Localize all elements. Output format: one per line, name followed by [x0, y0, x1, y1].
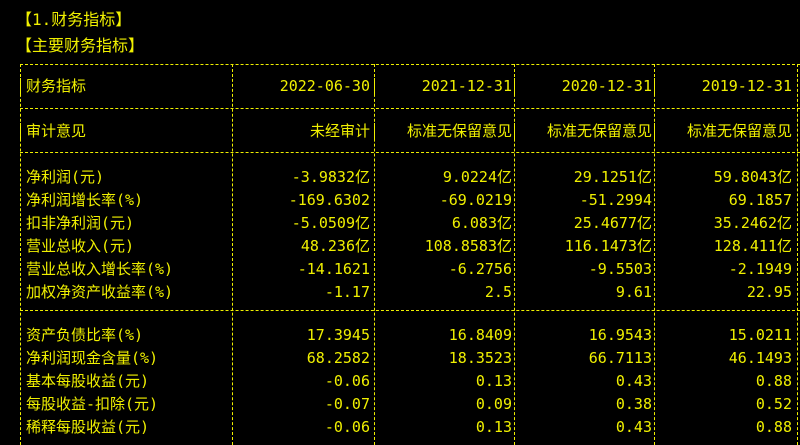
table-row: 每股收益-扣除(元) -0.07 0.09 0.38 0.52	[0, 393, 800, 415]
table-row: 营业总收入增长率(%) -14.1621 -6.2756 -9.5503 -2.…	[0, 258, 800, 280]
header-date: 2020-12-31	[561, 77, 652, 95]
row-value: 0.52	[755, 395, 792, 413]
row-value: -0.07	[324, 395, 370, 413]
row-value: 35.2462亿	[713, 214, 792, 232]
row-value: 0.43	[615, 418, 652, 436]
row-value: 0.13	[475, 372, 512, 390]
row-value: 68.2582	[306, 349, 370, 367]
table-row: 净利润现金含量(%) 68.2582 18.3523 66.7113 46.14…	[0, 347, 800, 369]
audit-row: 审计意见 未经审计 标准无保留意见 标准无保留意见 标准无保留意见	[0, 120, 800, 142]
row-value: 0.88	[755, 418, 792, 436]
row-label: 净利润现金含量(%)	[26, 349, 159, 367]
row-value: 0.43	[615, 372, 652, 390]
row-value: -2.1949	[728, 260, 792, 278]
table-row: 稀释每股收益(元) -0.06 0.13 0.43 0.88	[0, 416, 800, 438]
subsection-title: 【主要财务指标】	[16, 36, 145, 55]
audit-value: 未经审计	[309, 122, 370, 140]
row-label: 资产负债比率(%)	[26, 326, 144, 344]
row-value: -1.17	[324, 283, 370, 301]
row-value: -6.2756	[448, 260, 512, 278]
header-rule	[20, 108, 800, 109]
table-row: 净利润增长率(%) -169.6302 -69.0219 -51.2994 69…	[0, 189, 800, 211]
row-label: 基本每股收益(元)	[26, 372, 150, 390]
row-value: 0.88	[755, 372, 792, 390]
row-value: 15.0211	[728, 326, 792, 344]
row-value: 69.1857	[728, 191, 792, 209]
row-value: -51.2994	[579, 191, 652, 209]
audit-value: 标准无保留意见	[686, 122, 792, 140]
header-date: 2021-12-31	[421, 77, 512, 95]
audit-value: 标准无保留意见	[546, 122, 652, 140]
row-value: 16.8409	[448, 326, 512, 344]
row-value: 59.8043亿	[713, 168, 792, 186]
row-value: 0.13	[475, 418, 512, 436]
row-value: 0.09	[475, 395, 512, 413]
table-row: 资产负债比率(%) 17.3945 16.8409 16.9543 15.021…	[0, 324, 800, 346]
row-value: 22.95	[746, 283, 792, 301]
row-value: -169.6302	[288, 191, 370, 209]
row-value: 48.236亿	[300, 237, 370, 255]
row-value: 9.61	[615, 283, 652, 301]
row-value: 2.5	[484, 283, 512, 301]
row-value: -14.1621	[297, 260, 370, 278]
row-label: 营业总收入增长率(%)	[26, 260, 174, 278]
row-value: -0.06	[324, 418, 370, 436]
row-value: 9.0224亿	[442, 168, 512, 186]
row-value: -5.0509亿	[291, 214, 370, 232]
row-value: 17.3945	[306, 326, 370, 344]
row-value: 116.1473亿	[564, 237, 652, 255]
row-value: 16.9543	[588, 326, 652, 344]
row-label: 加权净资产收益率(%)	[26, 283, 174, 301]
row-value: -69.0219	[439, 191, 512, 209]
table-row: 加权净资产收益率(%) -1.17 2.5 9.61 22.95	[0, 281, 800, 303]
header-date: 2019-12-31	[701, 77, 792, 95]
audit-label: 审计意见	[26, 122, 87, 140]
table-top-rule	[20, 64, 800, 65]
row-value: -9.5503	[588, 260, 652, 278]
row-value: 6.083亿	[451, 214, 512, 232]
row-value: 128.411亿	[713, 237, 792, 255]
table-header-row: 财务指标 2022-06-30 2021-12-31 2020-12-31 20…	[0, 75, 800, 97]
row-value: 108.8583亿	[424, 237, 512, 255]
row-label: 净利润增长率(%)	[26, 191, 144, 209]
row-value: 0.38	[615, 395, 652, 413]
row-label: 营业总收入(元)	[26, 237, 135, 255]
table-row: 净利润(元) -3.9832亿 9.0224亿 29.1251亿 59.8043…	[0, 166, 800, 188]
row-label: 稀释每股收益(元)	[26, 418, 150, 436]
section-title: 【1.财务指标】	[16, 10, 132, 29]
row-value: 25.4677亿	[573, 214, 652, 232]
audit-rule	[20, 152, 800, 153]
header-date: 2022-06-30	[279, 77, 370, 95]
row-label: 每股收益-扣除(元)	[26, 395, 159, 413]
table-row: 基本每股收益(元) -0.06 0.13 0.43 0.88	[0, 370, 800, 392]
table-row: 扣非净利润(元) -5.0509亿 6.083亿 25.4677亿 35.246…	[0, 212, 800, 234]
row-value: 29.1251亿	[573, 168, 652, 186]
row-label: 净利润(元)	[26, 168, 105, 186]
row-value: -3.9832亿	[291, 168, 370, 186]
header-label: 财务指标	[26, 77, 87, 95]
table-row: 营业总收入(元) 48.236亿 108.8583亿 116.1473亿 128…	[0, 235, 800, 257]
row-value: -0.06	[324, 372, 370, 390]
row-value: 66.7113	[588, 349, 652, 367]
group-divider-rule	[20, 310, 800, 311]
audit-value: 标准无保留意见	[406, 122, 512, 140]
row-label: 扣非净利润(元)	[26, 214, 135, 232]
row-value: 18.3523	[448, 349, 512, 367]
row-value: 46.1493	[728, 349, 792, 367]
